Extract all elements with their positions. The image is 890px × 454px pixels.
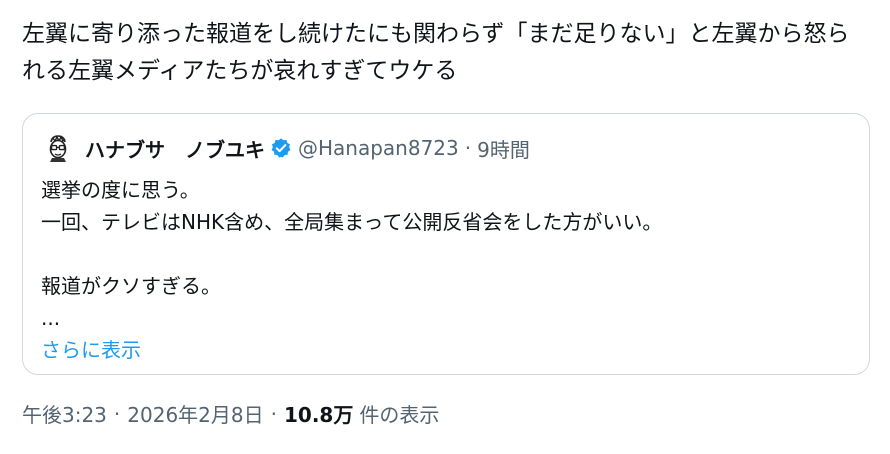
quoted-text-line: ... bbox=[41, 306, 61, 330]
view-count-label: 件の表示 bbox=[359, 403, 440, 427]
quoted-text-line bbox=[41, 238, 841, 270]
quoted-tweet-body: 選挙の度に思う。 一回、テレビはNHK含め、全局集まって公開反省会をした方がいい… bbox=[41, 174, 841, 366]
avatar[interactable] bbox=[41, 131, 75, 165]
quoted-text-line: 報道がクソすぎる。 bbox=[41, 274, 221, 298]
tweet-time[interactable]: 午後3:23 bbox=[22, 399, 107, 428]
view-count[interactable]: 10.8万 bbox=[284, 399, 353, 428]
tweet-text: 左翼に寄り添った報道をし続けたにも関わらず「まだ足りない」と左翼から怒られる左翼… bbox=[22, 21, 850, 84]
quoted-text-line: 選挙の度に思う。 bbox=[41, 178, 200, 202]
cartoon-face-with-glasses-icon bbox=[49, 135, 67, 162]
quoted-handle[interactable]: @Hanapan8723 bbox=[298, 136, 459, 160]
show-more-link[interactable]: さらに表示 bbox=[41, 334, 841, 366]
quoted-timestamp[interactable]: 9時間 bbox=[477, 134, 530, 163]
quoted-display-name[interactable]: ハナブサ ノブユキ bbox=[85, 134, 265, 163]
meta-separator: · bbox=[270, 401, 277, 426]
tweet-meta: 午後3:23 · 2026年2月8日 · 10.8万 件の表示 bbox=[22, 399, 439, 428]
quoted-tweet-header: ハナブサ ノブユキ @Hanapan8723 · 9時間 bbox=[41, 130, 530, 166]
header-separator: · bbox=[464, 136, 472, 160]
quoted-tweet-card[interactable]: ハナブサ ノブユキ @Hanapan8723 · 9時間 選挙の度に思う。 一回… bbox=[22, 113, 870, 375]
tweet-date[interactable]: 2026年2月8日 bbox=[127, 399, 263, 428]
verified-badge-icon bbox=[270, 137, 292, 159]
meta-separator: · bbox=[113, 401, 121, 426]
quoted-text-line: 一回、テレビはNHK含め、全局集まって公開反省会をした方がいい。 bbox=[41, 210, 663, 234]
